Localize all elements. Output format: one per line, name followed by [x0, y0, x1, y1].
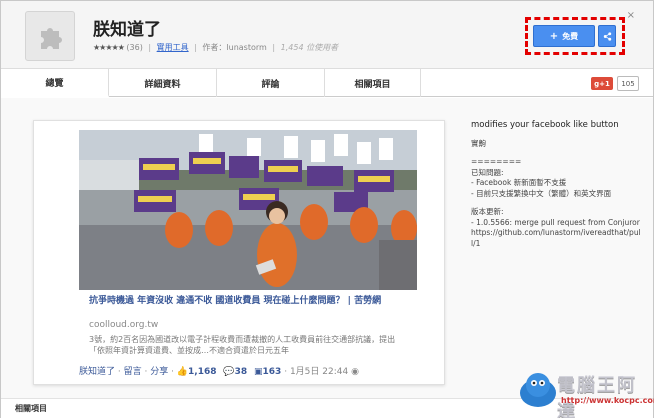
share-icon [603, 31, 611, 41]
description-line: 實齁 [471, 138, 486, 148]
puzzle-icon [25, 11, 75, 61]
highlight-frame: + 免費 [525, 17, 625, 55]
comment-icon: 💬 [223, 367, 235, 377]
share-count: 163 [262, 367, 282, 377]
gplus-button[interactable]: g+1 [591, 77, 613, 90]
known-issue: - Facebook 新新面暫不支援 [471, 178, 567, 187]
description-headline: modifies your facebook like button [471, 120, 619, 130]
watermark-text: 電腦王阿達 [557, 375, 637, 418]
screenshot-card: 抗爭時機過 年資沒收 違通不收 國道收費員 現在碰上什麼問題？ | 苦勞網 co… [33, 120, 445, 385]
share-count-icon: ▣ [254, 367, 263, 377]
fb-like-link[interactable]: 朕知道了 [79, 367, 115, 377]
post-time: 1月5日 22:44 [289, 367, 349, 377]
separator: | [272, 43, 276, 52]
user-count: 1,454 位使用者 [280, 43, 339, 52]
category-link[interactable]: 實用工具 [157, 43, 189, 52]
description-panel: modifies your facebook like button 實齁 ==… [471, 120, 641, 249]
news-photo [79, 130, 417, 290]
tab-details[interactable]: 詳細資料 [109, 69, 217, 97]
tab-related[interactable]: 相關項目 [325, 69, 421, 97]
fb-share-link[interactable]: 分享 [150, 367, 168, 377]
globe-icon: ◉ [351, 367, 359, 377]
extension-title: 朕知道了 [93, 20, 161, 40]
close-icon[interactable]: × [627, 10, 635, 21]
add-free-button[interactable]: + 免費 [533, 25, 595, 47]
watermark-url: http://www.kocpc.com.tw [561, 396, 654, 405]
tab-bar: 總覽 詳細資料 評論 相關項目 [1, 69, 653, 97]
tab-overview[interactable]: 總覽 [1, 69, 109, 97]
dot-separator: · [141, 367, 151, 377]
version-note: - 1.0.5566: merge pull request from Conj… [471, 217, 640, 227]
related-heading: 相關項目 [15, 404, 47, 413]
share-button[interactable] [598, 25, 616, 47]
rating-stars: ★★★★★ [93, 43, 125, 52]
known-issue: - 目前只支援繁換中文（繁體）和英文界面 [471, 188, 612, 198]
thumbs-up-icon: 👍 [176, 367, 189, 377]
preview-domain: coolloud.org.tw [89, 320, 159, 330]
separator: | [194, 43, 197, 52]
extension-header: 朕知道了 ★★★★★ (36) | 實用工具 | 作者：lunastorm | … [1, 1, 653, 69]
dot-separator: · [168, 367, 177, 377]
overview-panel: 抗爭時機過 年資沒收 違通不收 國道收費員 現在碰上什麼問題？ | 苦勞網 co… [1, 98, 653, 398]
known-issues-title: 已知問題: [471, 167, 504, 177]
extension-window: 朕知道了 ★★★★★ (36) | 實用工具 | 作者：lunastorm | … [0, 0, 654, 418]
preview-description: 3號，約2百名因為國道改以電子計程收費而遭裁撤的人工收費員前往交通部抗議，提出「… [89, 335, 396, 355]
dot-separator: · [115, 367, 124, 377]
version-link[interactable]: https://github.com/lunastorm/iveread​tha… [471, 228, 641, 249]
like-count: 1,168 [188, 367, 217, 377]
description-divider: ======== [471, 157, 522, 166]
free-button-label: 免費 [562, 31, 579, 41]
comment-count: 38 [234, 367, 248, 377]
separator: | [148, 43, 152, 52]
preview-link-title[interactable]: 抗爭時機過 年資沒收 違通不收 國道收費員 現在碰上什麼問題？ | 苦勞網 [89, 295, 407, 307]
facebook-action-bar: 朕知道了 · 留言 · 分享 · 👍1,168 💬38 ▣163 · 1月5日 … [79, 364, 417, 377]
gplus-count: 105 [617, 76, 639, 91]
author-text: 作者：lunastorm [202, 43, 267, 52]
fb-comment-link[interactable]: 留言 [124, 367, 142, 377]
plus-icon: + [549, 30, 559, 42]
rating-count: (36) [126, 43, 143, 52]
tab-reviews[interactable]: 評論 [217, 69, 325, 97]
version-title: 版本更新: [471, 207, 504, 216]
extension-meta: ★★★★★ (36) | 實用工具 | 作者：lunastorm | 1,454… [93, 42, 338, 53]
